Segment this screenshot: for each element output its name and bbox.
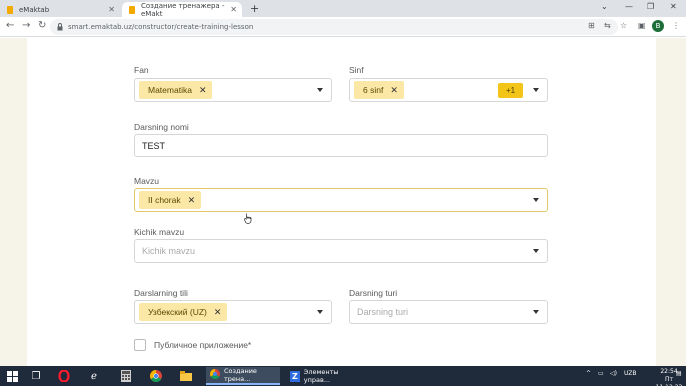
- taskbar-app-label: Элементы управ...: [303, 368, 339, 384]
- darsning-nomi-value: TEST: [142, 140, 166, 151]
- darsning-turi-label: Darsning turi: [349, 288, 398, 298]
- remove-chip-icon[interactable]: ✕: [214, 307, 222, 318]
- taskbar-app-chrome[interactable]: Создание трена...: [206, 367, 280, 385]
- tab-search-icon[interactable]: ⌄: [601, 2, 608, 11]
- more-selected-badge[interactable]: +1: [498, 83, 523, 98]
- chevron-down-icon[interactable]: [533, 198, 539, 202]
- clock-date: Пт 11.12.23: [655, 376, 683, 391]
- browser-tab-bar: eMaktab ✕ Создание тренажера - eMakt ✕ +…: [0, 0, 686, 18]
- darslarning-tili-chip-label: Узбекский (UZ): [148, 307, 207, 317]
- darsning-nomi-label: Darsning nomi: [134, 122, 189, 132]
- mavzu-select[interactable]: II chorak ✕: [134, 188, 548, 212]
- new-tab-button[interactable]: +: [250, 2, 259, 15]
- taskbar-app-elements[interactable]: Z Элементы управ...: [286, 367, 360, 385]
- darslarning-tili-chip: Узбекский (UZ) ✕: [139, 303, 228, 321]
- public-app-label: Публичное приложение*: [154, 340, 252, 350]
- public-app-checkbox[interactable]: [134, 339, 146, 351]
- lock-icon: [57, 23, 63, 31]
- profile-avatar[interactable]: B: [652, 20, 664, 32]
- fan-label: Fan: [134, 65, 149, 75]
- translate-icon[interactable]: ⇆: [604, 21, 611, 30]
- sinf-chip-label: 6 sinf: [363, 85, 384, 95]
- forward-icon[interactable]: →: [22, 20, 30, 31]
- darslarning-tili-select[interactable]: Узбекский (UZ) ✕: [134, 300, 332, 324]
- side-panel-icon[interactable]: ▣: [638, 21, 646, 30]
- chevron-down-icon[interactable]: [317, 310, 323, 314]
- windows-taskbar: ❐ ℯ Создание трена... Z Элементы управ..…: [0, 366, 686, 391]
- windows-start-icon[interactable]: [4, 368, 20, 384]
- sinf-chip: 6 sinf ✕: [354, 81, 404, 99]
- reload-icon[interactable]: ↻: [38, 20, 46, 31]
- chrome-icon: [210, 369, 220, 381]
- url-text: smart.emaktab.uz/constructor/create-trai…: [68, 23, 254, 31]
- kichik-mavzu-label: Kichik mavzu: [134, 227, 185, 237]
- keyboard-language[interactable]: UZB: [624, 370, 637, 377]
- address-bar[interactable]: smart.emaktab.uz/constructor/create-trai…: [50, 19, 618, 35]
- sinf-label: Sinf: [349, 65, 364, 75]
- z-app-icon: Z: [290, 370, 300, 382]
- calculator-icon[interactable]: [118, 368, 134, 384]
- page-content: Fan Matematika ✕ Sinf 6 sinf ✕ +1 Darsni…: [0, 38, 686, 366]
- tray-chevron-up-icon[interactable]: ^: [586, 370, 591, 377]
- mavzu-chip: II chorak ✕: [139, 191, 202, 209]
- fan-chip-label: Matematika: [148, 85, 192, 95]
- close-window-icon[interactable]: ✕: [670, 2, 677, 11]
- minimize-icon[interactable]: —: [625, 2, 633, 11]
- mavzu-chip-label: II chorak: [148, 195, 181, 205]
- notifications-icon[interactable]: ▤: [676, 370, 682, 377]
- right-side-panel: [656, 38, 686, 366]
- emaktab-favicon-icon: [6, 5, 14, 14]
- tab-create-trainer[interactable]: Создание тренажера - eMakt ✕: [122, 1, 242, 18]
- menu-kebab-icon[interactable]: ⋮: [672, 21, 680, 30]
- tab-emaktab[interactable]: eMaktab ✕: [0, 2, 120, 17]
- browser-toolbar: ← → ↻ smart.emaktab.uz/constructor/creat…: [0, 17, 686, 37]
- darsning-nomi-input[interactable]: TEST: [134, 134, 548, 157]
- opera-icon[interactable]: [56, 368, 72, 384]
- back-icon[interactable]: ←: [6, 20, 14, 31]
- remove-chip-icon[interactable]: ✕: [390, 85, 398, 96]
- close-tab-icon[interactable]: ✕: [230, 5, 237, 14]
- chevron-down-icon[interactable]: [533, 88, 539, 92]
- sinf-select[interactable]: 6 sinf ✕ +1: [349, 78, 548, 102]
- file-explorer-icon[interactable]: [178, 368, 194, 384]
- tab-title: Создание тренажера - eMakt: [141, 1, 225, 18]
- darslarning-tili-label: Darslarning tili: [134, 288, 188, 298]
- kichik-mavzu-placeholder: Kichik mavzu: [142, 246, 196, 256]
- volume-icon[interactable]: ◁): [610, 370, 617, 377]
- network-icon[interactable]: ▭: [598, 370, 604, 377]
- remove-chip-icon[interactable]: ✕: [199, 85, 207, 96]
- kichik-mavzu-select[interactable]: Kichik mavzu: [134, 239, 548, 263]
- remove-chip-icon[interactable]: ✕: [188, 195, 196, 206]
- darsning-turi-select[interactable]: Darsning turi: [349, 300, 548, 324]
- hand-cursor-icon: [244, 209, 252, 224]
- taskbar-app-label: Создание трена...: [224, 367, 257, 383]
- chevron-down-icon[interactable]: [533, 310, 539, 314]
- emaktab-favicon-icon: [128, 5, 136, 14]
- chevron-down-icon[interactable]: [533, 249, 539, 253]
- maximize-icon[interactable]: ❐: [647, 2, 654, 11]
- edge-icon[interactable]: ℯ: [86, 368, 102, 384]
- install-app-icon[interactable]: ⊞: [588, 21, 595, 30]
- tab-title: eMaktab: [19, 5, 50, 14]
- close-tab-icon[interactable]: ✕: [108, 5, 115, 14]
- mavzu-label: Mavzu: [134, 176, 160, 186]
- bookmark-star-icon[interactable]: ☆: [620, 21, 627, 30]
- fan-chip: Matematika ✕: [139, 81, 213, 99]
- darsning-turi-placeholder: Darsning turi: [357, 307, 409, 317]
- left-side-panel: [0, 38, 27, 366]
- chrome-icon[interactable]: [148, 368, 164, 384]
- fan-select[interactable]: Matematika ✕: [134, 78, 332, 102]
- chevron-down-icon[interactable]: [317, 88, 323, 92]
- task-view-icon[interactable]: ❐: [28, 368, 44, 384]
